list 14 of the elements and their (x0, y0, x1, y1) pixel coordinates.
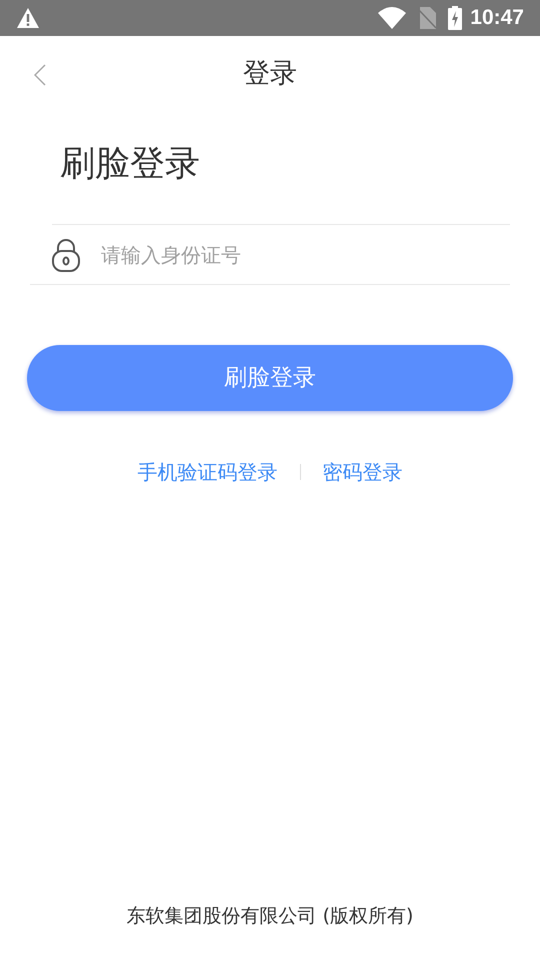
status-time: 10:47 (470, 5, 524, 32)
copyright-text: 东软集团股份有限公司 (版权所有) (126, 904, 414, 928)
battery-charging-icon (448, 6, 462, 30)
login-method-link[interactable]: 密码登录 (322, 457, 402, 487)
no-sim-icon (418, 7, 436, 29)
page-title: 登录 (243, 56, 297, 91)
wifi-icon (378, 7, 406, 29)
padlock-icon (52, 238, 80, 272)
login-method-link[interactable]: 手机验证码登录 (138, 457, 278, 487)
warning-icon (16, 7, 40, 29)
back-icon[interactable] (34, 64, 46, 86)
face-login-button[interactable]: 刷脸登录 (27, 345, 513, 411)
id-number-field[interactable]: 请输入身份证号 (101, 240, 510, 270)
page-heading: 刷脸登录 (60, 143, 200, 186)
